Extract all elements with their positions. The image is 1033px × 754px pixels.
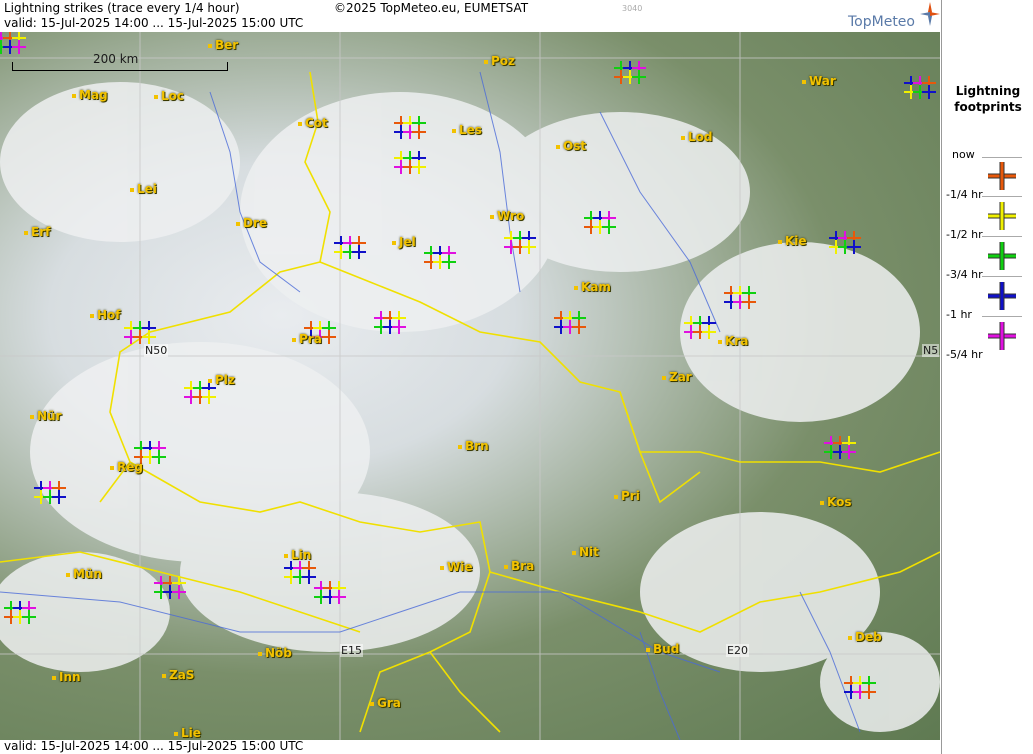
city-label: Reg — [110, 460, 143, 474]
lightning-strike-icon — [572, 320, 586, 334]
city-label: Pri — [614, 489, 640, 503]
lightning-strike-icon — [142, 330, 156, 344]
city-label: Bra — [504, 559, 534, 573]
city-label: Pra — [292, 332, 322, 346]
lightning-strike-icon — [12, 40, 26, 54]
city-label: Dre — [236, 216, 267, 230]
city-label: Les — [452, 123, 482, 137]
valid-time-top: valid: 15-Jul-2025 14:00 ... 15-Jul-2025… — [4, 16, 304, 30]
city-label: Zar — [662, 370, 692, 384]
city-label: Lei — [130, 182, 157, 196]
city-label: ZaS — [162, 668, 194, 682]
city-label: Mag — [72, 88, 108, 102]
lightning-strike-icon — [842, 445, 856, 459]
city-label: Nür — [30, 409, 62, 423]
city-label: Plz — [208, 373, 235, 387]
city-label: Deb — [848, 630, 882, 644]
legend-cross-icon — [988, 242, 1016, 270]
city-label: Nöb — [258, 646, 292, 660]
legend-panel: Lightning footprints now -1/4 hr -1/2 hr… — [941, 0, 1033, 754]
city-label: Lin — [284, 548, 311, 562]
city-label: Kra — [718, 334, 748, 348]
legend-cross-icon — [988, 202, 1016, 230]
map-title: Lightning strikes (trace every 1/4 hour) — [4, 1, 240, 15]
lightning-strike-icon — [632, 70, 646, 84]
city-label: Wro — [490, 209, 524, 223]
city-label: Mün — [66, 567, 102, 581]
city-label: Lie — [174, 726, 201, 740]
city-label: Lod — [681, 130, 712, 144]
city-label: Loc — [154, 89, 184, 103]
grid-label-n50: N50 — [144, 344, 169, 357]
city-label: Bud — [646, 642, 679, 656]
city-label: Kos — [820, 495, 851, 509]
city-label: Nit — [572, 545, 599, 559]
city-label: Inn — [52, 670, 81, 684]
city-label: Cot — [298, 116, 328, 130]
lightning-strike-icon — [322, 330, 336, 344]
lightning-strike-icon — [922, 85, 936, 99]
city-label: Ost — [556, 139, 586, 153]
compass-icon — [920, 2, 940, 26]
city-label: Brn — [458, 439, 489, 453]
city-label: War — [802, 74, 836, 88]
legend-cross-icon — [988, 322, 1016, 350]
city-label: Wie — [440, 560, 473, 574]
city-label: Poz — [484, 54, 515, 68]
city-label: Erf — [24, 225, 50, 239]
legend-cross-icon — [988, 162, 1016, 190]
city-label: Ber — [208, 38, 238, 52]
satellite-map[interactable]: 200 km N50 E15 E20 N5 Ber Poz War Mag Lo… — [0, 32, 940, 740]
city-label: Kam — [574, 280, 611, 294]
grid-label-e15: E15 — [340, 644, 363, 657]
legend-crosses — [988, 162, 1016, 350]
city-label: Hof — [90, 308, 121, 322]
scale-label: 200 km — [93, 52, 139, 66]
city-label: Gra — [370, 696, 401, 710]
valid-time-bottom: valid: 15-Jul-2025 14:00 ... 15-Jul-2025… — [4, 739, 304, 753]
city-label: Jel — [392, 235, 416, 249]
grid-label-e20: E20 — [726, 644, 749, 657]
city-label: Kie — [778, 234, 807, 248]
grid-label-n5: N5 — [922, 344, 940, 357]
copyright: ©2025 TopMeteo.eu, EUMETSAT — [334, 1, 529, 15]
image-code: 3040 — [622, 4, 643, 13]
legend-cross-icon — [988, 282, 1016, 310]
